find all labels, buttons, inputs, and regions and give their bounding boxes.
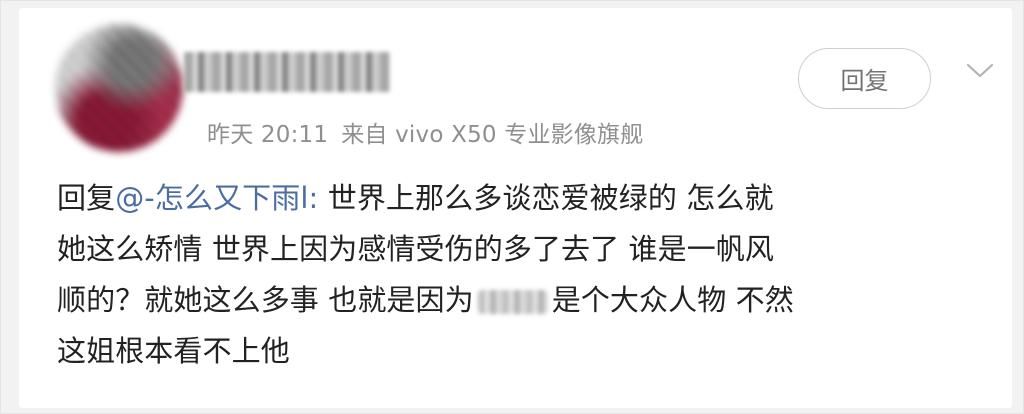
comment-text-3a: 顺的？就她这么多事 也就是因为 xyxy=(57,283,474,317)
comment-meta: 昨天 20:11 来自 vivo X50 专业影像旗舰 xyxy=(207,115,643,149)
comment-line-2: 她这么矫情 世界上因为感情受伤的多了去了 谁是一帆风 xyxy=(57,224,967,275)
reply-button[interactable]: 回复 xyxy=(798,48,931,109)
comment-time: 昨天 20:11 xyxy=(207,122,329,148)
comment-line-1: 回复@-怎么又下雨l: 世界上那么多谈恋爱被绿的 怎么就 xyxy=(57,173,967,224)
comment-line-4: 这姐根本看不上他 xyxy=(57,326,967,377)
redacted-name xyxy=(477,290,548,314)
comment-text-2: 她这么矫情 世界上因为感情受伤的多了去了 谁是一帆风 xyxy=(57,232,775,266)
comment-text-1: 世界上那么多谈恋爱被绿的 怎么就 xyxy=(318,181,774,215)
avatar[interactable] xyxy=(55,24,183,152)
reply-prefix: 回复 xyxy=(57,181,116,215)
comment-source: 来自 vivo X50 专业影像旗舰 xyxy=(341,122,644,148)
comment-body: 回复@-怎么又下雨l: 世界上那么多谈恋爱被绿的 怎么就 她这么矫情 世界上因为… xyxy=(57,173,967,377)
chevron-down-icon xyxy=(966,62,994,84)
comment-line-3: 顺的？就她这么多事 也就是因为 是个大众人物 不然 xyxy=(57,275,967,326)
comment-text-3b: 是个大众人物 不然 xyxy=(551,283,794,317)
mention-link[interactable]: @-怎么又下雨l: xyxy=(115,181,318,215)
username-redacted xyxy=(184,52,390,92)
screenshot-frame: 昨天 20:11 来自 vivo X50 专业影像旗舰 回复 回复@-怎么又下雨l… xyxy=(0,0,1024,414)
comment-text-4: 这姐根本看不上他 xyxy=(57,334,290,368)
reply-button-label: 回复 xyxy=(840,67,889,95)
more-options-button[interactable] xyxy=(963,59,997,87)
comment-card: 昨天 20:11 来自 vivo X50 专业影像旗舰 回复 回复@-怎么又下雨l… xyxy=(19,8,1012,408)
